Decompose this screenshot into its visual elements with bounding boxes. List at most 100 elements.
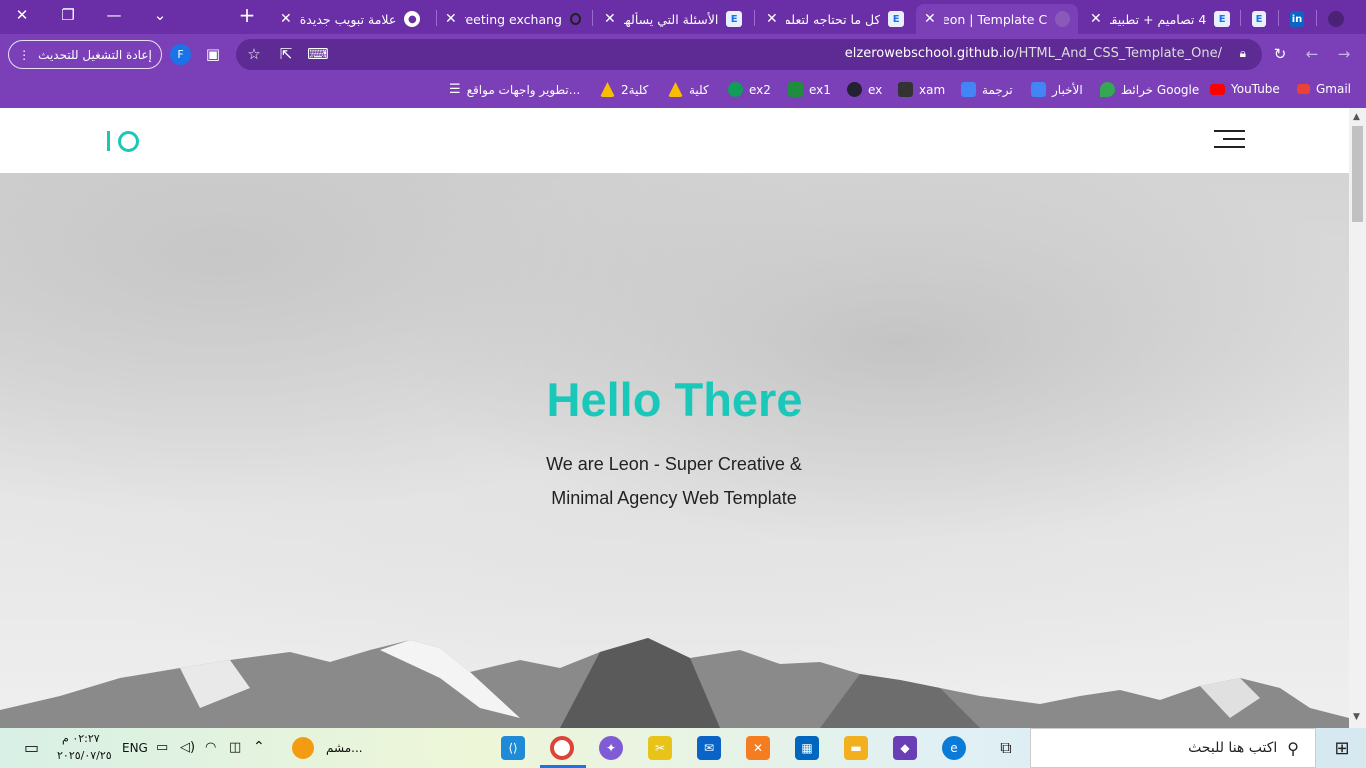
profile-avatar[interactable]: F	[170, 44, 191, 65]
loading-icon	[1055, 11, 1070, 27]
profile-initial: F	[177, 48, 184, 61]
back-arrow-icon[interactable]: ←	[1302, 44, 1322, 64]
visual-studio-icon[interactable]: ◆	[893, 736, 917, 760]
tab-pinned-github[interactable]	[1320, 4, 1354, 34]
logo-bar	[107, 131, 110, 151]
scroll-up-icon[interactable]: ▲	[1353, 112, 1360, 122]
bookmark-news[interactable]: الأخبار	[1031, 82, 1083, 97]
bookmark-ex1[interactable]: ex1	[788, 82, 831, 97]
tab-title: كل ما تحتاجه لتعلم	[785, 11, 881, 27]
url-path: /HTML_And_CSS_Template_One/	[1014, 46, 1222, 61]
bookmark-label: YouTube	[1231, 82, 1280, 96]
bookmark-gmail[interactable]: Gmail	[1297, 82, 1351, 96]
elzero-icon: E	[1252, 11, 1266, 27]
bookmark-star-icon[interactable]: ☆	[244, 44, 264, 64]
bookmark-label: خرائط Google	[1121, 82, 1200, 97]
tab-close-icon[interactable]: ✕	[766, 11, 778, 27]
close-window-button[interactable]: ✕	[0, 0, 44, 30]
lock-icon[interactable]: 🔒︎	[1240, 46, 1246, 61]
hero-subtitle: We are Leon - Super Creative & Minimal A…	[474, 447, 874, 515]
bookmark-ex[interactable]: ex	[847, 82, 882, 97]
bookmark-frontend[interactable]: ☰ تطوير واجهات مواقع...	[449, 82, 580, 97]
language-indicator[interactable]: ENG	[122, 741, 148, 755]
logo-ring	[118, 130, 139, 152]
tab-close-icon[interactable]: ✕	[604, 11, 616, 27]
maps-icon	[1100, 82, 1115, 97]
chrome-taskbar-icon[interactable]	[550, 736, 574, 760]
tab-title: Leon | Template C	[943, 11, 1048, 27]
bookmark-college[interactable]: كلية	[668, 82, 709, 97]
page-scrollbar[interactable]: ▲ ▼	[1349, 108, 1366, 728]
minimize-window-button[interactable]: —	[92, 0, 136, 30]
volume-icon[interactable]: ◁)	[180, 740, 195, 755]
list-icon: ☰	[449, 82, 461, 97]
weather-icon[interactable]	[292, 737, 314, 759]
site-header	[0, 108, 1349, 173]
tab-close-icon[interactable]: ✕	[280, 11, 292, 27]
news-icon	[1031, 82, 1046, 97]
hamburger-menu-icon[interactable]	[1214, 130, 1245, 148]
clock-date[interactable]: ٢٠٢٥/٠٧/٢٥	[57, 749, 112, 762]
microsoft-store-icon[interactable]: ▦	[795, 736, 819, 760]
task-view-icon[interactable]: ⧉	[994, 736, 1018, 760]
bookmark-xam[interactable]: xam	[898, 82, 945, 97]
mail-icon[interactable]: ✉	[697, 736, 721, 760]
file-explorer-icon[interactable]: ▬	[844, 736, 868, 760]
notifications-icon[interactable]: ▭	[24, 738, 39, 757]
youtube-icon	[1210, 83, 1225, 95]
bookmark-translate[interactable]: ترجمة	[961, 82, 1013, 97]
bookmark-maps[interactable]: خرائط Google	[1100, 82, 1199, 97]
windows-start-icon[interactable]: ⊞	[1330, 736, 1354, 760]
restart-to-update-button[interactable]: ⋮ إعادة التشغيل للتحديث	[8, 40, 162, 69]
vscode-icon[interactable]: ⟨⟩	[501, 736, 525, 760]
ex-icon	[847, 82, 862, 97]
tab-title: علامة تبويب جديدة	[299, 11, 397, 27]
browser-toolbar: ⋮ إعادة التشغيل للتحديث F ▣ ☆ ⇱ ⌨ elzero…	[0, 34, 1366, 74]
side-panel-icon[interactable]: ▣	[203, 44, 223, 64]
tab-designs[interactable]: ✕ 4 تصاميم + تطبيقا E	[1082, 4, 1238, 34]
elzero-icon: E	[888, 11, 904, 27]
elzero-icon: E	[726, 11, 742, 27]
bookmark-label: كلية2	[621, 82, 649, 97]
camera-icon[interactable]: ◫	[229, 740, 241, 755]
tab-pinned-elzero[interactable]: E	[1244, 4, 1274, 34]
new-tab-button[interactable]: +	[225, 0, 269, 30]
clock-time[interactable]: ٠٢:٢٧ م	[62, 732, 100, 745]
wifi-icon[interactable]: ◠	[205, 740, 216, 755]
mountains-image	[0, 638, 1349, 728]
translate-icon[interactable]: ⌨	[307, 44, 329, 64]
forward-arrow-icon[interactable]: →	[1334, 44, 1354, 64]
tab-close-icon[interactable]: ✕	[445, 11, 457, 27]
share-icon[interactable]: ⇱	[276, 44, 296, 64]
bookmark-ex2[interactable]: ex2	[728, 82, 771, 97]
address-bar[interactable]: ☆ ⇱ ⌨ elzerowebschool.github.io/HTML_And…	[236, 39, 1262, 70]
xampp-icon[interactable]: ✕	[746, 736, 770, 760]
tab-questions[interactable]: ✕ الأسئلة التي يسألها E	[596, 4, 750, 34]
copilot-icon[interactable]: ✦	[599, 736, 623, 760]
tab-close-icon[interactable]: ✕	[924, 11, 936, 27]
bookmark-youtube[interactable]: YouTube	[1210, 82, 1280, 96]
tab-new-tab[interactable]: ✕ علامة تبويب جديدة ●	[272, 4, 432, 34]
linkedin-icon: in	[1290, 11, 1304, 27]
web-page: Hello There We are Leon - Super Creative…	[0, 108, 1349, 728]
snipping-tool-icon[interactable]: ✂	[648, 736, 672, 760]
openai-icon	[570, 13, 581, 25]
edge-icon[interactable]: e	[942, 736, 966, 760]
tray-overflow-icon[interactable]: ⌃	[253, 739, 265, 755]
tab-learn[interactable]: ✕ كل ما تحتاجه لتعلم E	[758, 4, 912, 34]
tab-search-button[interactable]: ⌄	[138, 0, 182, 30]
site-logo[interactable]	[107, 128, 139, 154]
tab-title: 4 تصاميم + تطبيقا	[1109, 11, 1207, 27]
tab-pinned-linkedin[interactable]: in	[1282, 4, 1312, 34]
tab-leon-template[interactable]: ✕ Leon | Template C	[916, 4, 1078, 34]
tab-close-icon[interactable]: ✕	[1090, 11, 1102, 27]
taskbar-search-box[interactable]: اكتب هنا للبحث ⚲	[1030, 728, 1316, 768]
bookmark-college2[interactable]: كلية2	[600, 82, 648, 97]
scroll-down-icon[interactable]: ▼	[1353, 712, 1360, 722]
reload-icon[interactable]: ↻	[1270, 44, 1290, 64]
battery-icon[interactable]: ▭	[156, 740, 168, 755]
restore-window-button[interactable]: ❐	[46, 0, 90, 30]
scrollbar-thumb[interactable]	[1352, 126, 1363, 222]
browser-chrome: ✕ ❐ — ⌄ + ✕ علامة تبويب جديدة ● ✕ Greeti…	[0, 0, 1366, 108]
tab-greeting[interactable]: ✕ Greeting exchang	[437, 4, 589, 34]
